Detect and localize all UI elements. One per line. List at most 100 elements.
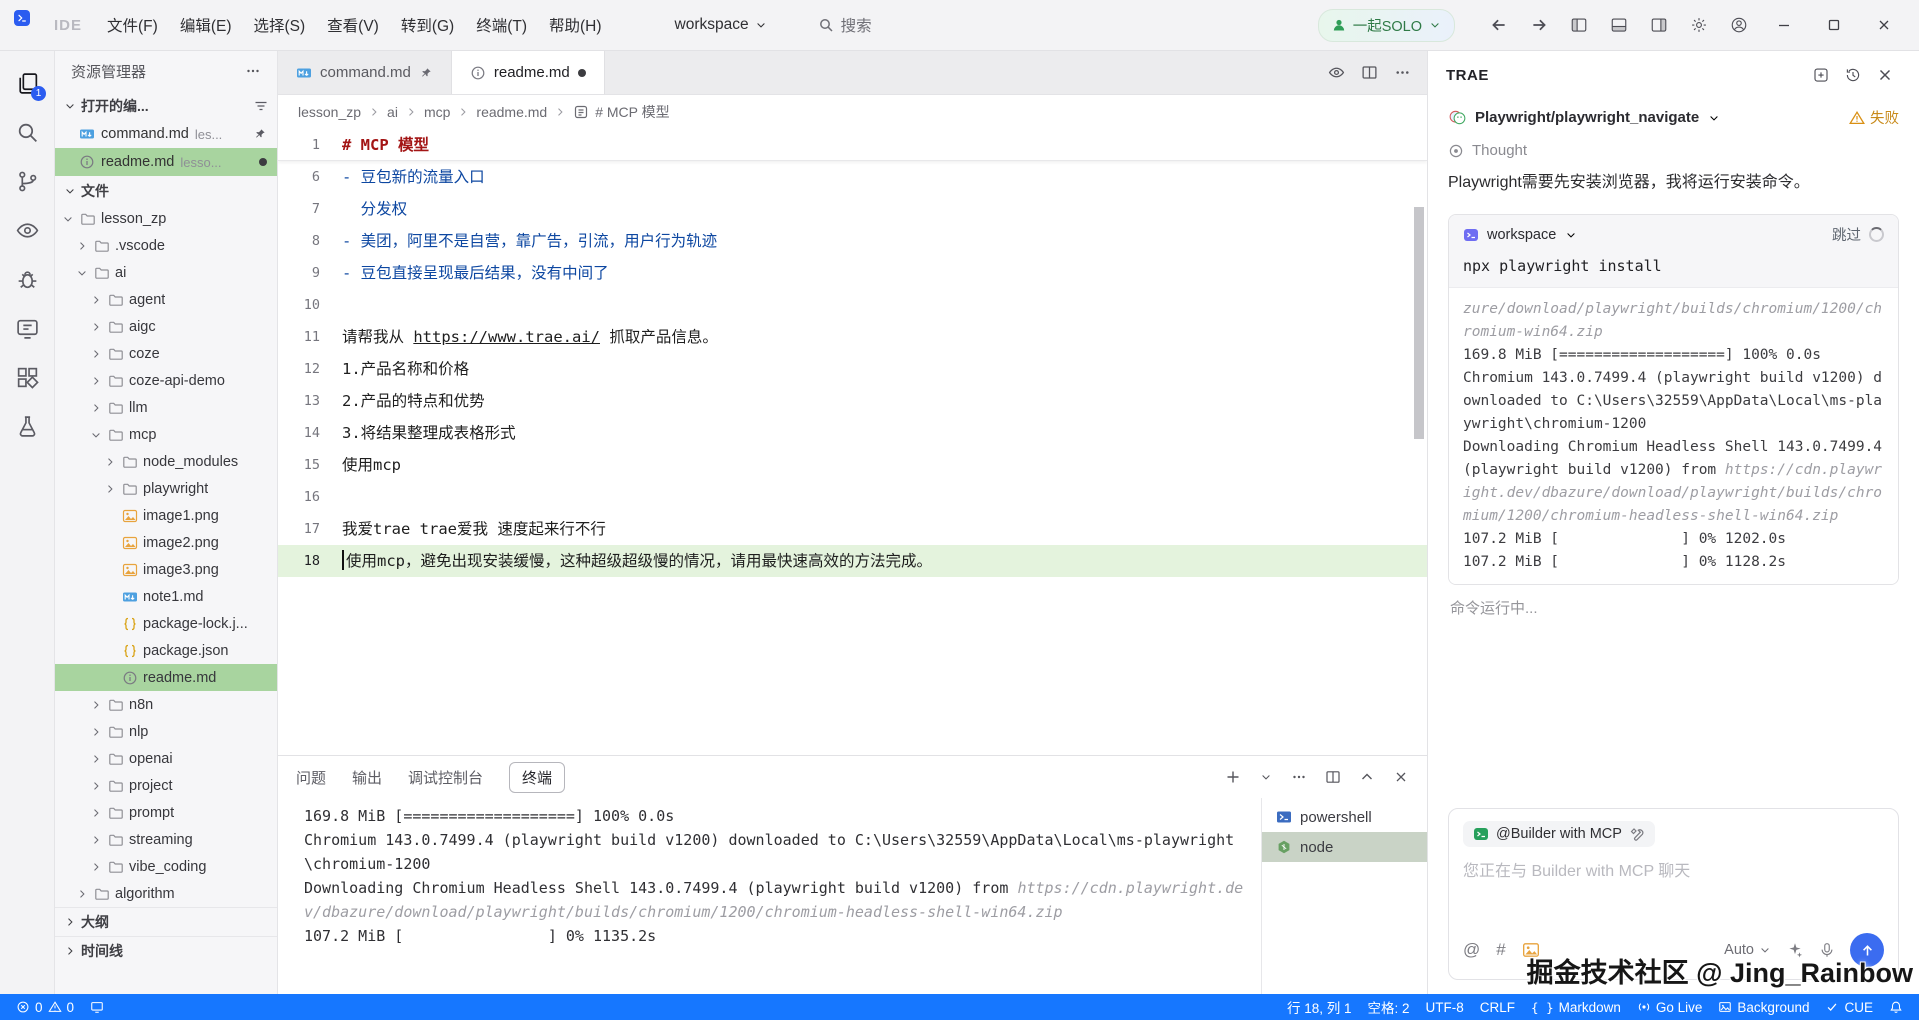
tree-item-node_modules[interactable]: node_modules	[55, 448, 277, 475]
tree-item-mcp[interactable]: mcp	[55, 421, 277, 448]
tree-item-package.json[interactable]: package.json	[55, 637, 277, 664]
tree-item-agent[interactable]: agent	[55, 286, 277, 313]
tree-item-coze-api-demo[interactable]: coze-api-demo	[55, 367, 277, 394]
new-terminal-icon[interactable]	[1225, 769, 1241, 785]
tree-item-nlp[interactable]: nlp	[55, 718, 277, 745]
window-close-button[interactable]	[1863, 8, 1905, 42]
editor[interactable]: 1# MCP 模型 6- 豆包新的流量入口7 分发权8- 美团，阿里不是自营，靠…	[278, 129, 1427, 755]
menu-item[interactable]: 编辑(E)	[169, 9, 243, 41]
terminal-session-node[interactable]: node	[1262, 832, 1427, 862]
status-notifications[interactable]	[1881, 994, 1911, 1020]
status-cursor-position[interactable]: 行 18, 列 1	[1279, 994, 1360, 1020]
extensions-activity-button[interactable]	[7, 357, 47, 397]
history-icon[interactable]	[1837, 60, 1869, 90]
mention-icon[interactable]: @	[1463, 940, 1480, 960]
app-logo[interactable]	[14, 10, 44, 40]
status-cue[interactable]: CUE	[1817, 994, 1881, 1020]
tree-item-openai[interactable]: openai	[55, 745, 277, 772]
settings-button[interactable]	[1683, 10, 1715, 40]
terminal-output[interactable]: 169.8 MiB [===================] 100% 0.0…	[278, 798, 1261, 994]
terminal-dropdown-icon[interactable]	[1259, 771, 1273, 783]
timeline-header[interactable]: 时间线	[55, 936, 277, 965]
menu-item[interactable]: 转到(G)	[390, 9, 465, 41]
tool-call-row[interactable]: Playwright/playwright_navigate 失败	[1428, 99, 1919, 132]
open-editor-command.md[interactable]: command.mdles...	[55, 120, 277, 148]
editor-more-icon[interactable]	[1394, 64, 1411, 81]
menu-item[interactable]: 查看(V)	[316, 9, 390, 41]
breadcrumb-symbol[interactable]: # MCP 模型	[595, 102, 669, 122]
tab-command.md[interactable]: command.md	[278, 51, 452, 94]
terminal-session-powershell[interactable]: powershell	[1262, 802, 1427, 832]
status-eol[interactable]: CRLF	[1472, 994, 1523, 1020]
tree-item-image1.png[interactable]: image1.png	[55, 502, 277, 529]
status-background[interactable]: Background	[1710, 994, 1817, 1020]
toggle-secondary-sidebar-button[interactable]	[1643, 10, 1675, 40]
status-problems[interactable]: 0 0	[8, 994, 82, 1020]
nav-forward-button[interactable]	[1523, 10, 1555, 40]
breadcrumb-item[interactable]: readme.md	[476, 104, 547, 120]
status-remote[interactable]	[82, 994, 112, 1020]
preview-activity-button[interactable]	[7, 210, 47, 250]
tree-item-vibe_coding[interactable]: vibe_coding	[55, 853, 277, 880]
source-control-activity-button[interactable]	[7, 161, 47, 201]
tree-item-.vscode[interactable]: .vscode	[55, 232, 277, 259]
tree-item-coze[interactable]: coze	[55, 340, 277, 367]
status-encoding[interactable]: UTF-8	[1418, 994, 1472, 1020]
chat-activity-button[interactable]	[7, 308, 47, 348]
filter-icon[interactable]	[253, 98, 269, 114]
tree-item-note1.md[interactable]: note1.md	[55, 583, 277, 610]
files-header[interactable]: 文件	[55, 176, 277, 205]
menu-item[interactable]: 文件(F)	[96, 9, 169, 41]
split-terminal-icon[interactable]	[1325, 769, 1341, 785]
minimize-button[interactable]	[1763, 8, 1805, 42]
panel-tab-输出[interactable]: 输出	[352, 767, 382, 788]
tree-item-readme.md[interactable]: readme.md	[55, 664, 277, 691]
breadcrumb-item[interactable]: ai	[387, 104, 398, 120]
breadcrumb-item[interactable]: mcp	[424, 104, 450, 120]
menu-item[interactable]: 终端(T)	[465, 9, 538, 41]
close-panel-icon[interactable]	[1393, 769, 1409, 785]
explorer-activity-button[interactable]: 1	[7, 63, 47, 103]
toggle-panel-button[interactable]	[1603, 10, 1635, 40]
workspace-switcher[interactable]: workspace	[675, 16, 768, 34]
tree-item-project[interactable]: project	[55, 772, 277, 799]
tree-item-algorithm[interactable]: algorithm	[55, 880, 277, 907]
panel-tab-问题[interactable]: 问题	[296, 767, 326, 788]
new-chat-icon[interactable]	[1805, 60, 1837, 90]
status-go-live[interactable]: Go Live	[1629, 994, 1711, 1020]
preview-icon[interactable]	[1328, 64, 1345, 81]
skip-button[interactable]: 跳过	[1832, 224, 1861, 245]
global-search[interactable]: 搜索	[818, 14, 872, 36]
split-editor-icon[interactable]	[1361, 64, 1378, 81]
tree-item-aigc[interactable]: aigc	[55, 313, 277, 340]
chat-input[interactable]: 您正在与 Builder with MCP 聊天	[1463, 857, 1884, 923]
tree-item-streaming[interactable]: streaming	[55, 826, 277, 853]
tree-item-image2.png[interactable]: image2.png	[55, 529, 277, 556]
nav-back-button[interactable]	[1483, 10, 1515, 40]
menu-item[interactable]: 选择(S)	[242, 9, 316, 41]
tree-item-playwright[interactable]: playwright	[55, 475, 277, 502]
agent-chip[interactable]: @Builder with MCP	[1463, 821, 1655, 847]
togg​le-sidebar-button[interactable]	[1563, 10, 1595, 40]
hash-icon[interactable]: #	[1496, 940, 1505, 960]
tab-readme.md[interactable]: readme.md	[452, 51, 605, 94]
outline-header[interactable]: 大纲	[55, 907, 277, 936]
breadcrumb-item[interactable]: lesson_zp	[298, 104, 361, 120]
assistant-close-icon[interactable]	[1869, 60, 1901, 90]
panel-tab-终端[interactable]: 终端	[509, 762, 565, 793]
debug-activity-button[interactable]	[7, 259, 47, 299]
maximize-button[interactable]	[1813, 8, 1855, 42]
editor-scrollbar[interactable]	[1414, 207, 1424, 439]
tree-item-n8n[interactable]: n8n	[55, 691, 277, 718]
more-actions-icon[interactable]	[245, 63, 261, 79]
tree-item-prompt[interactable]: prompt	[55, 799, 277, 826]
panel-tab-调试控制台[interactable]: 调试控制台	[408, 767, 483, 788]
tree-item-package-lock.j...[interactable]: package-lock.j...	[55, 610, 277, 637]
tree-item-ai[interactable]: ai	[55, 259, 277, 286]
search-activity-button[interactable]	[7, 112, 47, 152]
status-language[interactable]: { } Markdown	[1523, 994, 1629, 1020]
menu-item[interactable]: 帮助(H)	[538, 9, 613, 41]
terminal-host-label[interactable]: workspace	[1487, 227, 1556, 243]
tree-item-image3.png[interactable]: image3.png	[55, 556, 277, 583]
tree-item-lesson_zp[interactable]: lesson_zp	[55, 205, 277, 232]
